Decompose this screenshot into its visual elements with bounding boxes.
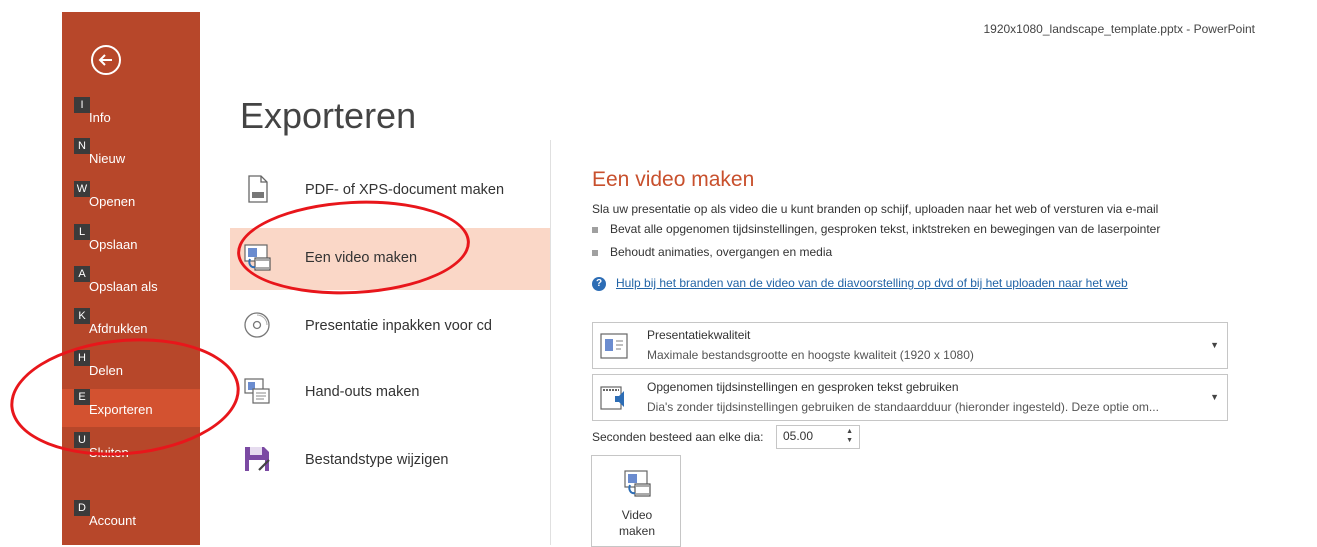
timings-narration-icon bbox=[600, 386, 624, 410]
option-label: Presentatie inpakken voor cd bbox=[305, 318, 492, 334]
dropdown-subtitle: Maximale bestandsgrootte en hoogste kwal… bbox=[647, 348, 974, 362]
panel-divider bbox=[550, 140, 551, 545]
window-title: 1920x1080_landscape_template.pptx - Powe… bbox=[983, 22, 1255, 36]
option-label: PDF- of XPS-document maken bbox=[305, 182, 505, 198]
seconds-input[interactable] bbox=[783, 429, 835, 443]
create-video-button[interactable]: Video maken bbox=[591, 455, 681, 547]
button-label: maken bbox=[618, 524, 656, 538]
nav-opslaan-als[interactable]: A Opslaan als bbox=[62, 266, 200, 304]
nav-label: Account bbox=[89, 513, 136, 528]
handouts-icon bbox=[244, 378, 270, 404]
pdf-document-icon bbox=[248, 175, 268, 203]
page-title: Exporteren bbox=[240, 95, 417, 136]
keytip: D bbox=[74, 500, 90, 516]
dropdown-title: Presentatiekwaliteit bbox=[647, 328, 751, 342]
nav-label: Opslaan als bbox=[89, 279, 158, 294]
keytip: L bbox=[74, 224, 90, 240]
keytip: I bbox=[74, 97, 90, 113]
nav-openen[interactable]: W Openen bbox=[62, 181, 200, 219]
spin-down-icon[interactable]: ▼ bbox=[846, 437, 853, 444]
keytip: K bbox=[74, 308, 90, 324]
export-option-filetype[interactable]: Bestandstype wijzigen bbox=[230, 430, 550, 492]
option-label: Bestandstype wijzigen bbox=[305, 452, 449, 468]
chevron-down-icon: ▼ bbox=[1210, 392, 1219, 402]
seconds-spinner[interactable]: ▲ ▼ bbox=[776, 425, 860, 449]
export-option-handouts[interactable]: Hand-outs maken bbox=[230, 362, 550, 424]
nav-label: Info bbox=[89, 110, 111, 125]
presentation-quality-icon bbox=[600, 333, 628, 359]
bullet-square-icon bbox=[592, 249, 598, 256]
dropdown-title: Opgenomen tijdsinstellingen en gesproken… bbox=[647, 380, 959, 394]
quality-dropdown[interactable]: Presentatiekwaliteit Maximale bestandsgr… bbox=[592, 322, 1228, 369]
option-label: Hand-outs maken bbox=[305, 384, 420, 400]
nav-nieuw[interactable]: N Nieuw bbox=[62, 138, 200, 176]
help-link-row: ? Hulp bij het branden van de video van d… bbox=[592, 276, 1128, 291]
nav-account[interactable]: D Account bbox=[62, 500, 200, 538]
keytip: N bbox=[74, 138, 90, 154]
timings-dropdown[interactable]: Opgenomen tijdsinstellingen en gesproken… bbox=[592, 374, 1228, 421]
video-icon bbox=[624, 470, 651, 497]
nav-label: Afdrukken bbox=[89, 321, 148, 336]
help-link[interactable]: Hulp bij het branden van de video van de… bbox=[616, 276, 1128, 290]
chevron-down-icon: ▼ bbox=[1210, 340, 1219, 350]
keytip: W bbox=[74, 181, 90, 197]
back-button[interactable] bbox=[91, 45, 121, 75]
seconds-label: Seconden besteed aan elke dia: bbox=[592, 430, 764, 444]
keytip: A bbox=[74, 266, 90, 282]
save-filetype-icon bbox=[245, 447, 270, 471]
spin-up-icon[interactable]: ▲ bbox=[846, 428, 853, 435]
bullet-item: Behoudt animaties, overgangen en media bbox=[592, 245, 832, 259]
section-description: Sla uw presentatie op als video die u ku… bbox=[592, 202, 1159, 216]
export-option-cd[interactable]: Presentatie inpakken voor cd bbox=[230, 296, 550, 358]
question-mark-icon: ? bbox=[592, 276, 606, 291]
button-label: Video bbox=[621, 508, 653, 522]
nav-info[interactable]: I Info bbox=[62, 97, 200, 135]
dropdown-subtitle: Dia's zonder tijdsinstellingen gebruiken… bbox=[647, 400, 1159, 414]
cd-icon bbox=[244, 312, 270, 338]
nav-label: Opslaan bbox=[89, 237, 138, 252]
bullet-square-icon bbox=[592, 226, 598, 233]
bullet-item: Bevat alle opgenomen tijdsinstellingen, … bbox=[592, 222, 1160, 236]
annotation-ellipse-export bbox=[5, 329, 245, 465]
arrow-left-icon bbox=[98, 54, 112, 66]
nav-label: Openen bbox=[89, 194, 136, 209]
section-title: Een video maken bbox=[592, 168, 755, 191]
nav-opslaan[interactable]: L Opslaan bbox=[62, 224, 200, 262]
nav-label: Nieuw bbox=[89, 151, 126, 166]
